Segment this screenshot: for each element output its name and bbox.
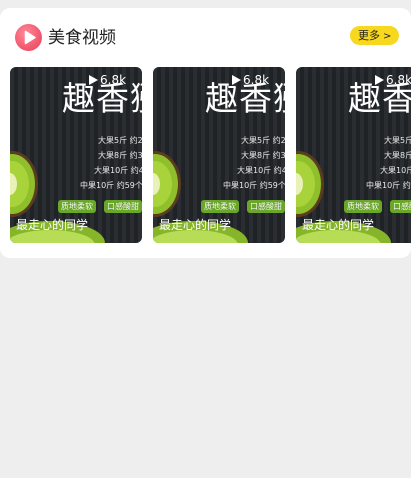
video-brand-text: 趣香猕 <box>205 79 285 118</box>
price-line: 中果10斤 约59个 <box>366 181 411 190</box>
video-item[interactable]: 6.8k 趣香猕 大果5斤 约2 大果8斤 约3 大果10斤 约4 中果10斤 … <box>296 67 411 243</box>
feature-tag: 口感酸甜 <box>104 200 142 213</box>
price-line: 大果10斤 约4 <box>380 166 411 175</box>
video-brand-text: 趣香猕 <box>348 79 411 118</box>
video-caption: 最走心的同学 <box>302 218 375 232</box>
video-list: 6.8k 趣香猕 大果5斤 约2 大果8斤 约3 大果10斤 约4 中果10斤 … <box>0 67 411 243</box>
price-line: 大果8斤 约3 <box>241 151 285 160</box>
price-line: 大果8斤 约3 <box>98 151 142 160</box>
section-title: 美食视频 <box>48 28 116 48</box>
price-line: 大果5斤 约2 <box>384 136 411 145</box>
price-line: 大果10斤 约4 <box>237 166 285 175</box>
video-caption: 最走心的同学 <box>159 218 232 232</box>
feature-tag: 口感酸甜 <box>247 200 285 213</box>
play-circle-icon <box>15 24 42 51</box>
price-line: 中果10斤 约59个 <box>80 181 142 190</box>
food-video-card: 美食视频 更多> 6.8k 趣香猕 大果5斤 约2 大果8斤 约3 大果10斤 … <box>0 8 411 258</box>
video-caption: 最走心的同学 <box>16 218 89 232</box>
feature-tag: 口感酸甜 <box>390 200 411 213</box>
price-line: 中果10斤 约59个 <box>223 181 285 190</box>
more-button-label: 更多 <box>358 29 380 42</box>
price-line: 大果10斤 约4 <box>94 166 142 175</box>
section-header: 美食视频 更多 > <box>0 8 411 66</box>
feature-tag: 质地柔软 <box>344 200 382 213</box>
price-line: 大果5斤 约2 <box>241 136 285 145</box>
video-brand-text: 趣香猕 <box>62 79 142 118</box>
feature-tag: 质地柔软 <box>58 200 96 213</box>
feature-tag: 质地柔软 <box>201 200 239 213</box>
more-button[interactable]: 更多 > <box>350 26 399 45</box>
video-item[interactable]: 6.8k 趣香猕 大果5斤 约2 大果8斤 约3 大果10斤 约4 中果10斤 … <box>10 67 142 243</box>
price-line: 大果8斤 约3 <box>384 151 411 160</box>
chevron-right-icon: > <box>383 31 392 42</box>
video-item[interactable]: 6.8k 趣香猕 大果5斤 约2 大果8斤 约3 大果10斤 约4 中果10斤 … <box>153 67 285 243</box>
price-line: 大果5斤 约2 <box>98 136 142 145</box>
